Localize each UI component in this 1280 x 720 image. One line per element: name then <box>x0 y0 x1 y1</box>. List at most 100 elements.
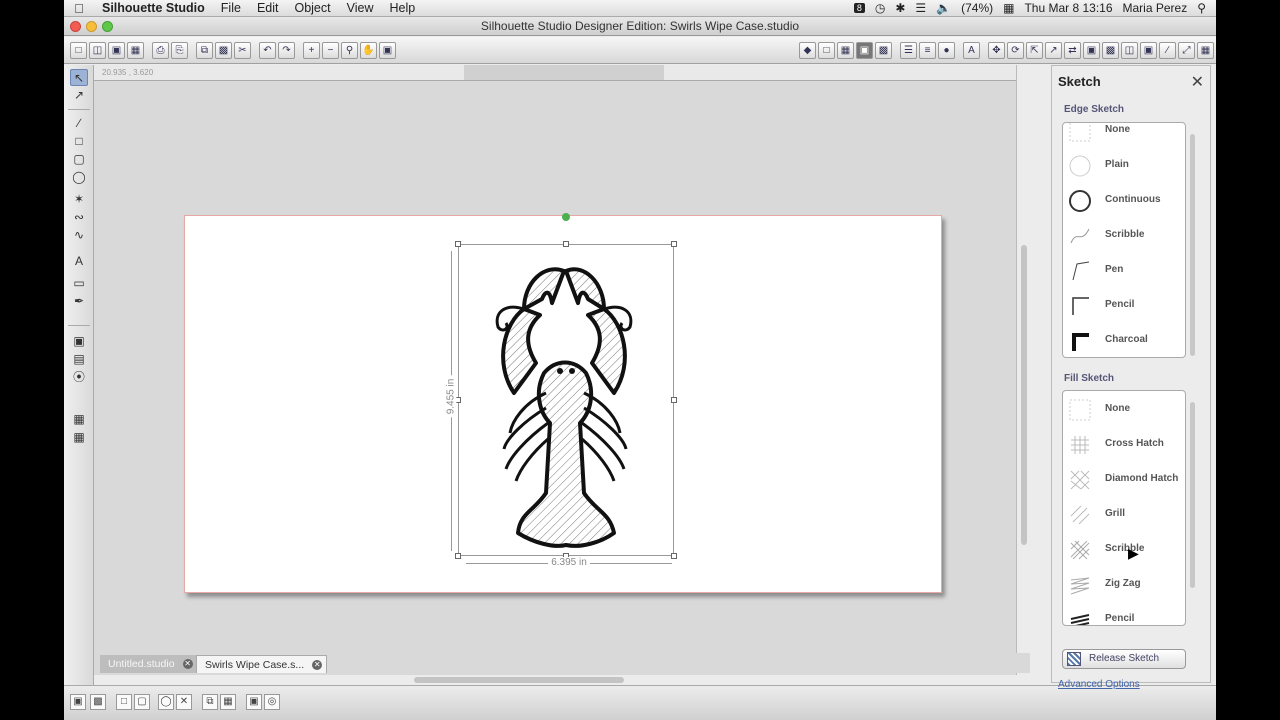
release-compound-icon[interactable]: ▢ <box>134 694 150 710</box>
registration-icon[interactable]: ▩ <box>875 41 892 59</box>
menu-view[interactable]: View <box>339 1 382 15</box>
mirror-icon[interactable]: ⇄ <box>1064 41 1081 59</box>
line-tool-icon[interactable]: ∕ <box>70 115 88 132</box>
edge-option-plain[interactable]: Plain <box>1063 148 1185 183</box>
tab-untitled[interactable]: Untitled.studio ✕ <box>100 655 197 673</box>
store-icon[interactable]: ▦ <box>1197 41 1214 59</box>
release-sketch-button[interactable]: Release Sketch <box>1062 649 1186 669</box>
selection-box[interactable] <box>455 241 677 559</box>
page-tool-icon[interactable]: ▣ <box>70 333 88 350</box>
transform-icon[interactable]: ✥ <box>988 41 1005 59</box>
volume-icon[interactable]: 🔈 <box>936 1 951 15</box>
pan-hand-icon[interactable]: ✋ <box>360 41 377 59</box>
clock[interactable]: Thu Mar 8 13:16 <box>1024 1 1112 15</box>
tab-close-icon[interactable]: ✕ <box>312 660 323 670</box>
line-style-icon[interactable]: ☰ <box>900 41 917 59</box>
lasso-tool-icon[interactable]: ⦿ <box>70 369 88 386</box>
fill-option-diamond-hatch[interactable]: Diamond Hatch <box>1063 462 1185 497</box>
library-tool-icon[interactable]: ▤ <box>70 351 88 368</box>
edge-option-pen[interactable]: Pen <box>1063 253 1185 288</box>
duplicate-icon[interactable]: ⧉ <box>202 694 218 710</box>
resize-handle-nw[interactable] <box>455 241 461 247</box>
ungroup-icon[interactable]: ▩ <box>90 694 106 710</box>
line-weight-icon[interactable]: ≡ <box>919 41 936 59</box>
weld-icon[interactable]: ◯ <box>158 694 174 710</box>
knife-icon[interactable]: ∕ <box>1159 41 1176 59</box>
redo-icon[interactable]: ↷ <box>278 41 295 59</box>
fill-option-pencil[interactable]: Pencil <box>1063 602 1185 625</box>
arrange-icon[interactable]: ▦ <box>220 694 236 710</box>
scissors-icon[interactable]: ✂ <box>234 41 251 59</box>
tab-swirls[interactable]: Swirls Wipe Case.s... ✕ <box>196 655 328 673</box>
horizontal-scrollbar[interactable] <box>94 675 1030 685</box>
group-icon[interactable]: ▣ <box>70 694 86 710</box>
apple-icon[interactable]:  <box>64 1 94 16</box>
freehand-tool-icon[interactable]: ∿ <box>70 227 88 244</box>
user-name[interactable]: Maria Perez <box>1123 1 1188 15</box>
move-icon[interactable]: ↗ <box>1045 41 1062 59</box>
zoom-out-icon[interactable]: − <box>322 41 339 59</box>
offset-icon[interactable]: ▣ <box>1083 41 1100 59</box>
window-close-button[interactable] <box>70 21 81 32</box>
cut-print-icon[interactable]: ⎘ <box>171 41 188 59</box>
window-minimize-button[interactable] <box>86 21 97 32</box>
time-machine-icon[interactable]: ◷ <box>875 1 885 15</box>
advanced-options-link[interactable]: Advanced Options <box>1058 679 1140 690</box>
rotation-handle[interactable] <box>562 213 570 221</box>
app-menu[interactable]: Silhouette Studio <box>94 1 213 15</box>
edge-option-continuous[interactable]: Continuous <box>1063 183 1185 218</box>
window-zoom-button[interactable] <box>102 21 113 32</box>
target-icon[interactable]: ◎ <box>264 694 280 710</box>
copy-icon[interactable]: ⧉ <box>196 41 213 59</box>
fill-option-none[interactable]: None <box>1063 392 1185 427</box>
replicate-icon[interactable]: ◫ <box>1121 41 1138 59</box>
menu-object[interactable]: Object <box>286 1 338 15</box>
rotate-icon[interactable]: ⟳ <box>1007 41 1024 59</box>
delete-icon[interactable]: ✕ <box>176 694 192 710</box>
bluetooth-icon[interactable]: ✱ <box>895 1 905 15</box>
text-tool-icon[interactable]: A <box>70 253 88 270</box>
fill-option-zig-zag[interactable]: Zig Zag <box>1063 567 1185 602</box>
menu-edit[interactable]: Edit <box>249 1 287 15</box>
eraser-tool-icon[interactable]: ▭ <box>70 275 88 292</box>
zoom-select-icon[interactable]: ⚲ <box>341 41 358 59</box>
edge-list-scrollbar[interactable] <box>1190 134 1195 356</box>
paste-icon[interactable]: ▩ <box>215 41 232 59</box>
sketch-mode-icon[interactable]: ▣ <box>856 41 873 59</box>
edge-option-pencil[interactable]: Pencil <box>1063 288 1185 323</box>
resize-handle-n[interactable] <box>563 241 569 247</box>
resize-handle-e[interactable] <box>671 397 677 403</box>
grid-icon[interactable]: ▦ <box>837 41 854 59</box>
page-setup-icon[interactable]: □ <box>818 41 835 59</box>
vertical-scrollbar[interactable] <box>1016 65 1030 675</box>
ellipse-tool-icon[interactable]: ◯ <box>70 169 88 186</box>
knife-tool-icon[interactable]: ✒ <box>70 293 88 310</box>
close-icon[interactable]: ✕ <box>1191 72 1204 92</box>
wifi-icon[interactable]: ☰ <box>915 1 926 15</box>
tab-close-icon[interactable]: ✕ <box>182 659 193 669</box>
design-canvas[interactable]: 6.395 in 9.455 in <box>94 81 1016 675</box>
trace-icon[interactable]: ▩ <box>1102 41 1119 59</box>
spotlight-search-icon[interactable]: ⚲ <box>1197 1 1206 15</box>
zoom-in-icon[interactable]: + <box>303 41 320 59</box>
flag-icon[interactable]: ▦ <box>1003 1 1014 15</box>
new-file-icon[interactable]: □ <box>70 41 87 59</box>
fit-page-icon[interactable]: ▣ <box>379 41 396 59</box>
edge-option-charcoal[interactable]: Charcoal <box>1063 323 1185 357</box>
point-edit-tool-icon[interactable]: ↗ <box>70 87 88 104</box>
menu-help[interactable]: Help <box>382 1 424 15</box>
undo-icon[interactable]: ↶ <box>259 41 276 59</box>
curve-tool-icon[interactable]: ∾ <box>70 209 88 226</box>
fullscreen-icon[interactable]: ⤢ <box>1178 41 1195 59</box>
save-icon[interactable]: ▣ <box>108 41 125 59</box>
modify-icon[interactable]: ▣ <box>1140 41 1157 59</box>
fill-list-scrollbar[interactable] <box>1190 402 1195 588</box>
fill-option-scribble[interactable]: Scribble <box>1063 532 1185 567</box>
panel-toggle-2-icon[interactable]: ▦ <box>70 429 88 446</box>
open-file-icon[interactable]: ◫ <box>89 41 106 59</box>
polygon-tool-icon[interactable]: ✶ <box>70 191 88 208</box>
lock-icon[interactable]: ▣ <box>246 694 262 710</box>
make-compound-icon[interactable]: □ <box>116 694 132 710</box>
notification-badge[interactable]: 8 <box>853 3 865 13</box>
edge-option-none[interactable]: None <box>1063 123 1185 148</box>
